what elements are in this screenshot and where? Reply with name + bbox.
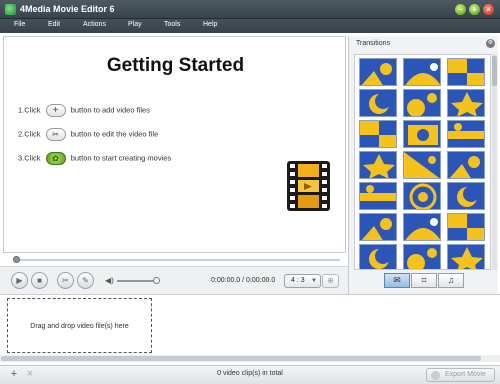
menu-edit[interactable]: Edit (48, 21, 60, 28)
minimize-button[interactable]: – (455, 4, 466, 15)
crop-icon: ⌗ (421, 275, 427, 285)
transition-thumbnail[interactable] (359, 120, 397, 148)
volume-icon: ◀) (105, 276, 114, 285)
add-file-button[interactable]: + (45, 104, 66, 117)
scissors-icon: ✂ (52, 130, 59, 139)
step-prefix: 2.Click (18, 129, 41, 139)
transition-thumbnail[interactable] (403, 213, 441, 241)
export-icon (431, 371, 440, 380)
fullscreen-icon: ⊕ (327, 276, 334, 285)
menu-play[interactable]: Play (128, 21, 142, 28)
cut-button[interactable]: ✂ (57, 272, 74, 289)
stop-icon: ■ (37, 276, 42, 285)
clip-count: 0 video clip(s) in total (217, 370, 283, 377)
pencil-icon: ✎ (82, 276, 89, 285)
step-suffix: button to add video files (70, 105, 150, 115)
transitions-grid (354, 54, 491, 270)
edit-file-button[interactable]: ✂ (45, 128, 66, 141)
volume-handle[interactable] (153, 277, 160, 284)
drop-hint: Drag and drop video file(s) here (30, 323, 129, 330)
step-suffix: button to start creating movies (70, 153, 172, 163)
seek-track[interactable] (15, 259, 340, 261)
transition-thumbnail[interactable] (447, 89, 485, 117)
window-title: 4Media Movie Editor 6 (20, 4, 115, 14)
play-button[interactable]: ▶ (11, 272, 28, 289)
playback-controls: ▶ ■ ✂ ✎ ◀) 0:00:00.0 / 0:00:00.0 4 : 3 ▼… (0, 266, 348, 294)
step-prefix: 1.Click (18, 105, 41, 115)
transition-thumbnail[interactable] (359, 213, 397, 241)
stop-button[interactable]: ■ (31, 272, 48, 289)
maximize-button[interactable]: + (469, 4, 480, 15)
transition-thumbnail[interactable] (359, 151, 397, 179)
transitions-panel: Transitions ⚙ ✉ ⌗ ♫ (348, 36, 498, 294)
transitions-scrollbar[interactable] (492, 54, 497, 270)
menu-help[interactable]: Help (203, 21, 217, 28)
menu-tools[interactable]: Tools (164, 21, 180, 28)
menu-actions[interactable]: Actions (83, 21, 106, 28)
step-prefix: 3.Click (18, 153, 41, 163)
drop-zone[interactable]: Drag and drop video file(s) here (7, 298, 152, 353)
settings-icon[interactable]: ⚙ (486, 39, 495, 48)
transition-thumbnail[interactable] (403, 120, 441, 148)
menu-file[interactable]: File (14, 21, 25, 28)
transition-thumbnail[interactable] (359, 58, 397, 86)
volume-slider[interactable] (117, 280, 157, 282)
transition-thumbnail[interactable] (447, 151, 485, 179)
scrollbar-thumb[interactable] (492, 56, 497, 86)
seek-handle[interactable] (13, 256, 20, 263)
transition-thumbnail[interactable] (447, 120, 485, 148)
close-button[interactable]: × (483, 4, 494, 15)
panel-tabs: ✉ ⌗ ♫ (384, 273, 464, 288)
time-display: 0:00:00.0 / 0:00:00.0 (211, 277, 276, 284)
tab-transitions[interactable]: ✉ (384, 273, 410, 288)
step-suffix: button to edit the video file (70, 129, 159, 139)
transition-thumbnail[interactable] (359, 89, 397, 117)
tab-music[interactable]: ♫ (438, 273, 464, 288)
scrollbar-thumb[interactable] (1, 356, 481, 361)
storyboard-scrollbar[interactable] (0, 355, 500, 362)
seek-bar[interactable] (3, 255, 346, 265)
getting-started-heading: Getting Started (106, 55, 245, 76)
transition-thumbnail[interactable] (403, 182, 441, 210)
export-movie-button[interactable]: Export Movie (426, 368, 495, 382)
transition-thumbnail[interactable] (447, 58, 485, 86)
transition-icon: ✉ (393, 275, 401, 285)
transition-thumbnail[interactable] (403, 58, 441, 86)
step-create-movie: 3.Click ✿ button to start creating movie… (18, 152, 171, 165)
transition-thumbnail[interactable] (403, 89, 441, 117)
aspect-ratio-select[interactable]: 4 : 3 ▼ (284, 274, 321, 288)
scissors-icon: ✂ (62, 276, 69, 285)
tab-crop[interactable]: ⌗ (411, 273, 437, 288)
transition-thumbnail[interactable] (447, 213, 485, 241)
aspect-ratio-value: 4 : 3 (291, 277, 305, 284)
plus-icon: + (52, 105, 59, 116)
export-label: Export Movie (445, 371, 486, 378)
music-icon: ♫ (447, 275, 455, 285)
film-strip-icon (287, 161, 330, 211)
preview-area: Getting Started 1.Click + button to add … (3, 36, 346, 253)
transitions-label: Transitions (356, 40, 390, 47)
transition-thumbnail[interactable] (403, 151, 441, 179)
storyboard: Drag and drop video file(s) here (0, 294, 500, 365)
menu-bar: File Edit Actions Play Tools Help (0, 19, 500, 33)
create-movie-button[interactable]: ✿ (45, 152, 66, 165)
title-bar: 4Media Movie Editor 6 – + × (0, 0, 500, 19)
transition-thumbnail[interactable] (403, 244, 441, 269)
transition-thumbnail[interactable] (359, 182, 397, 210)
status-bar: + × 0 video clip(s) in total Export Movi… (0, 365, 500, 384)
transition-thumbnail[interactable] (447, 182, 485, 210)
step-edit-file: 2.Click ✂ button to edit the video file (18, 128, 158, 141)
step-add-files: 1.Click + button to add video files (18, 104, 150, 117)
snapshot-button[interactable]: ✎ (77, 272, 94, 289)
transition-thumbnail[interactable] (359, 244, 397, 269)
chevron-down-icon: ▼ (311, 278, 317, 284)
fullscreen-button[interactable]: ⊕ (322, 274, 339, 288)
play-icon: ▶ (16, 276, 23, 285)
app-logo-icon (5, 4, 16, 15)
film-reel-icon: ✿ (52, 154, 59, 163)
transition-thumbnail[interactable] (447, 244, 485, 269)
